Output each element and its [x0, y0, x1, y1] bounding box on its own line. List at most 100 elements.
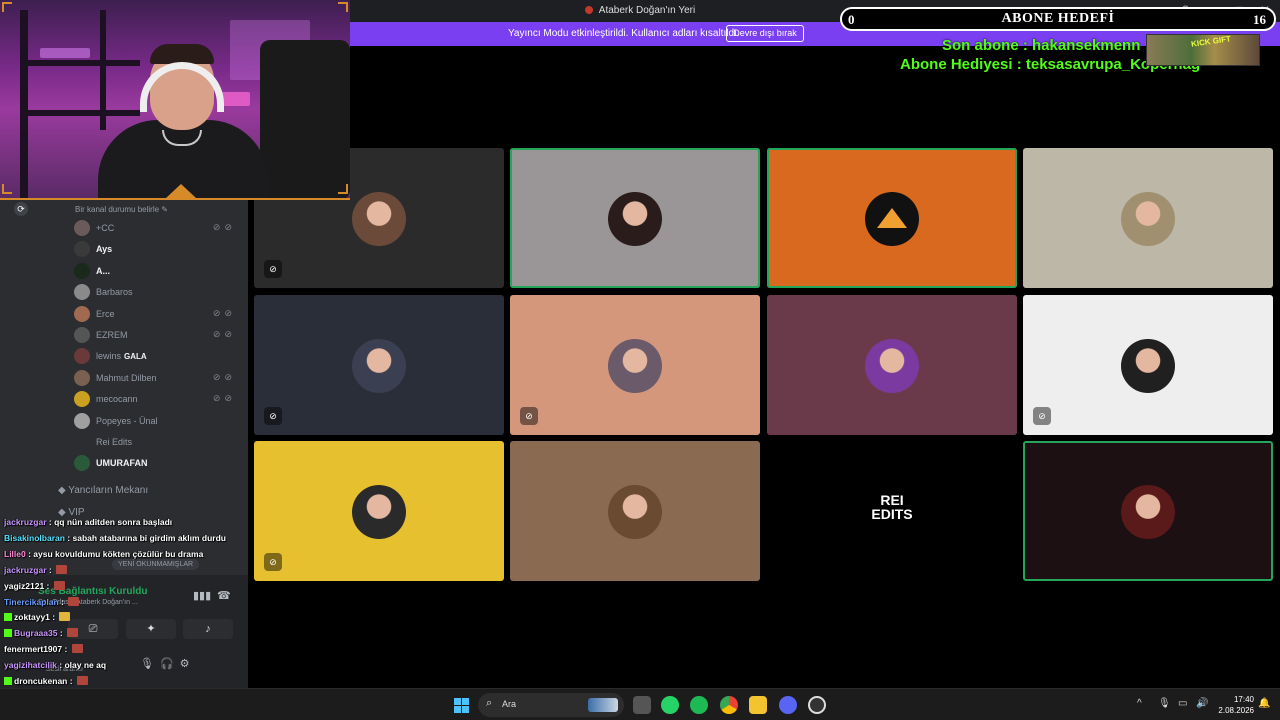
participant-avatar: [352, 339, 406, 393]
user-name: Ays: [96, 244, 113, 255]
chat-username: jackruzgar: [4, 517, 47, 527]
user-avatar: [74, 391, 90, 408]
user-tag: GALA: [124, 352, 147, 362]
search-highlight-image: [588, 698, 618, 712]
search-icon: ⌕: [486, 697, 493, 709]
refresh-icon[interactable]: ⟳: [14, 202, 28, 216]
voice-user-item[interactable]: Erce ⊘⊘: [74, 305, 244, 324]
chrome-icon[interactable]: [720, 696, 738, 714]
chat-emote-icon: [67, 628, 79, 638]
disconnect-icon[interactable]: ☎: [217, 589, 231, 602]
settings-gear-icon[interactable]: ⚙: [180, 658, 196, 670]
gift-alert-image: KICK GIFT: [1146, 34, 1260, 66]
activity-button[interactable]: ✦: [126, 619, 176, 639]
muted-deafened-icon: ⊘⊘: [212, 222, 236, 232]
chat-username: Bisakinolbaran: [4, 532, 65, 543]
chat-message: jackruzgar : qq nün aditden sonra başlad…: [4, 517, 172, 527]
subscriber-goal-bar: 0 ABONE HEDEFİ 16: [840, 7, 1276, 31]
voice-user-item[interactable]: Mahmut Dilben ⊘⊘: [74, 369, 244, 388]
voice-user-item[interactable]: +CC ⊘⊘: [74, 220, 244, 238]
participant-tile[interactable]: ⊘: [1023, 295, 1273, 435]
voice-user-item[interactable]: A...: [74, 262, 244, 281]
participant-avatar: [352, 485, 406, 539]
soundboard-button[interactable]: ♪: [183, 619, 233, 639]
deafened-icon: ⊘: [520, 407, 538, 425]
participant-tile[interactable]: [767, 148, 1017, 288]
tray-expand-icon[interactable]: ^: [1137, 698, 1142, 709]
participant-avatar: [608, 192, 662, 246]
signal-icon[interactable]: ▮▮▮: [193, 589, 211, 602]
participant-tile[interactable]: [1023, 441, 1273, 581]
channel-status[interactable]: Bir kanal durumu belirle ✎: [75, 205, 168, 214]
unread-pill[interactable]: YENİ OKUNMAMIŞLAR: [112, 559, 200, 570]
participant-tile[interactable]: ⊘: [254, 441, 504, 581]
tray-volume-icon[interactable]: 🔊: [1196, 698, 1208, 709]
user-avatar: [74, 241, 90, 258]
user-controls: 🎙🎧⚙: [140, 657, 196, 670]
user-avatar: [74, 348, 90, 365]
chat-text: :: [46, 564, 55, 575]
voice-user-item[interactable]: Rei Edits: [74, 434, 244, 452]
chat-message: Bugraaa35 :: [4, 628, 79, 638]
chat-username: yagiz2121: [4, 580, 45, 591]
voice-user-item[interactable]: EZREM ⊘⊘: [74, 327, 244, 345]
participant-tile[interactable]: [510, 441, 760, 581]
participant-tile[interactable]: ⊘: [510, 295, 760, 435]
chat-emote-icon: [56, 564, 68, 574]
participant-tile[interactable]: [510, 148, 760, 288]
chat-username: fenermert1907: [4, 644, 63, 655]
windows-start-icon[interactable]: [454, 698, 469, 713]
voice-user-item[interactable]: Barbaros: [74, 284, 244, 302]
voice-user-item[interactable]: mecocann ⊘⊘: [74, 391, 244, 409]
muted-deafened-icon: ⊘⊘: [212, 393, 236, 404]
voice-user-item[interactable]: Ays: [74, 241, 244, 259]
deafened-icon: ⊘: [264, 553, 282, 571]
discord-icon[interactable]: [779, 696, 797, 714]
chat-emote-icon: [68, 596, 80, 606]
disable-streamer-mode-button[interactable]: Devre dışı bırak: [726, 25, 804, 42]
participant-tile[interactable]: ⊘: [254, 295, 504, 435]
voice-user-item[interactable]: lewins GALA: [74, 348, 244, 366]
file-explorer-icon[interactable]: [749, 696, 767, 714]
participant-tile[interactable]: REI EDITS: [767, 441, 1017, 581]
deafened-icon: ⊘: [264, 407, 282, 425]
clock[interactable]: 17:40 2.08.2026: [1214, 694, 1254, 716]
chat-emote-icon: [71, 644, 83, 654]
mic-icon[interactable]: 🎙: [140, 658, 160, 670]
user-avatar: [74, 434, 90, 450]
deafened-icon: ⊘: [1033, 407, 1051, 425]
participant-avatar: [865, 192, 919, 246]
user-avatar: [74, 369, 90, 386]
user-name: Barbaros: [96, 287, 133, 298]
muted-deafened-icon: ⊘⊘: [212, 329, 236, 339]
user-name: EZREM: [96, 330, 128, 340]
chat-text: :: [44, 580, 52, 591]
user-name: Rei Edits: [96, 437, 133, 447]
last-subscriber-alert: Son abone : hakansekmenn: [942, 37, 1141, 54]
chat-text: : qq nün aditden sonra başladı: [46, 517, 173, 527]
headset-icon[interactable]: 🎧: [160, 658, 180, 670]
category-yancilar[interactable]: ◆ Yancıların Mekanı: [58, 485, 148, 496]
notification-icon[interactable]: 🔔: [1258, 698, 1270, 709]
chat-username: Tinercikaplan: [4, 596, 59, 607]
whatsapp-icon[interactable]: [661, 696, 679, 714]
chat-badge-icon: [4, 613, 12, 622]
user-name: Mahmut Dilben: [96, 372, 157, 383]
chat-message: Lille0 : aysu kovuldumu kökten çözülür b…: [4, 549, 203, 559]
participant-tile[interactable]: [767, 295, 1017, 435]
voice-user-item[interactable]: UMURAFAN: [74, 455, 244, 473]
participant-tile[interactable]: [1023, 148, 1273, 288]
chat-text: :: [67, 676, 75, 686]
user-avatar: [74, 220, 90, 236]
tray-network-icon[interactable]: ▭: [1178, 698, 1187, 709]
spotify-icon[interactable]: [690, 696, 708, 714]
user-name: UMURAFAN: [96, 458, 148, 469]
task-view-icon[interactable]: [633, 696, 651, 714]
voice-user-item[interactable]: Popeyes - Ünal: [74, 412, 244, 431]
obs-icon[interactable]: [808, 696, 826, 714]
tray-mic-icon[interactable]: 🎙: [1158, 698, 1171, 709]
user-avatar: [74, 305, 90, 322]
muted-deafened-icon: ⊘⊘: [212, 307, 236, 318]
taskbar: ⌕ Ara ^ 🎙 ▭ 🔊 17:40 2.08.2026 🔔: [0, 688, 1280, 720]
taskbar-search[interactable]: ⌕ Ara: [478, 693, 624, 717]
